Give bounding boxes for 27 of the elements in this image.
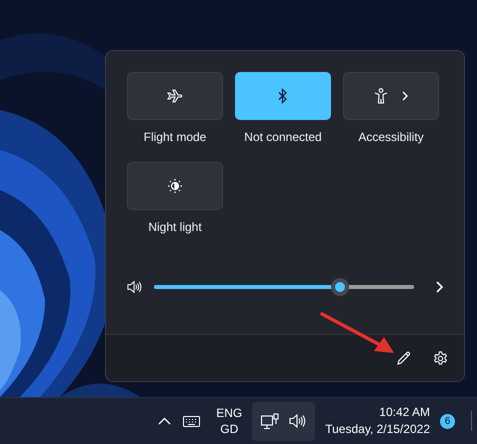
flight-mode-toggle[interactable]: [127, 72, 223, 120]
accessibility-toggle[interactable]: [343, 72, 439, 120]
brightness-icon: [167, 178, 183, 194]
volume-slider[interactable]: [154, 278, 414, 296]
keyboard-icon[interactable]: [183, 416, 200, 426]
slider-thumb[interactable]: [330, 278, 349, 296]
tile-label: Flight mode: [144, 130, 206, 144]
chevron-right-icon[interactable]: [436, 281, 443, 293]
bluetooth-icon: [278, 88, 288, 104]
speaker-icon: [289, 414, 306, 428]
clock[interactable]: 10:42 AM Tuesday, 2/15/2022: [325, 404, 430, 438]
wired-network-icon: [261, 412, 280, 430]
pencil-icon[interactable]: [397, 351, 411, 365]
caret-up-icon[interactable]: [158, 417, 172, 425]
tile-label: Not connected: [244, 130, 322, 144]
chevron-right-icon: [402, 91, 408, 101]
tile-label: Night light: [148, 220, 202, 234]
night-light-toggle[interactable]: [127, 162, 223, 210]
settings-icon[interactable]: [433, 350, 448, 366]
tile-label: Accessibility: [358, 130, 424, 144]
notification-badge[interactable]: 6: [440, 414, 455, 428]
system-tray-group[interactable]: [252, 402, 316, 440]
speaker-icon: [127, 280, 142, 294]
input-language[interactable]: ENG GD: [216, 405, 242, 437]
airplane-icon: [167, 89, 183, 103]
accessibility-icon: [374, 88, 388, 104]
bluetooth-toggle[interactable]: [235, 72, 331, 120]
